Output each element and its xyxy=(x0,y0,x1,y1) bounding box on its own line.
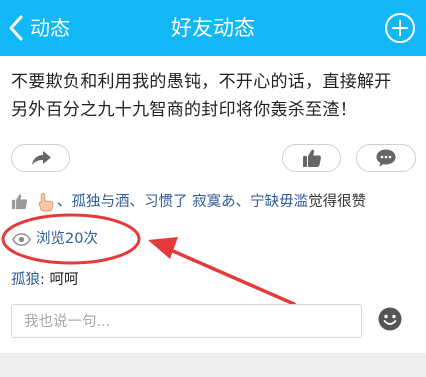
comment-input[interactable] xyxy=(22,305,356,339)
liker-name-link[interactable]: 、习惯了 寂寞あ xyxy=(130,194,236,210)
liker-names: 、孤独与酒、习惯了 寂寞あ、宁缺毋滥觉得很赞 xyxy=(57,190,366,214)
add-icon[interactable] xyxy=(384,12,416,44)
comment-item: 孤狼: 呵呵 xyxy=(11,268,79,292)
post-text: 不要欺负和利用我的愚钝，不开心的话，直接解开 另外百分之九十九智商的封印将你轰杀… xyxy=(11,68,416,124)
comment-author-link[interactable]: 孤狼 xyxy=(11,272,40,288)
post-text-line: 不要欺负和利用我的愚钝，不开心的话，直接解开 xyxy=(11,72,392,92)
views-label: 浏览20次 xyxy=(36,231,98,247)
liker-name-link[interactable]: 、宁缺毋滥 xyxy=(236,194,309,210)
likes-row: 、孤独与酒、习惯了 寂寞あ、宁缺毋滥觉得很赞 xyxy=(11,190,416,214)
title-bar: 动态 好友动态 xyxy=(0,0,426,56)
comment-text: 呵呵 xyxy=(49,272,79,288)
bottom-divider xyxy=(0,353,426,377)
post-text-line: 另外百分之九十九智商的封印将你轰杀至渣！ xyxy=(11,100,357,120)
annotation-arrow-head xyxy=(148,237,178,259)
comment-input-box xyxy=(11,304,362,339)
share-icon xyxy=(31,151,51,165)
liker-name-link[interactable]: 、孤独与酒 xyxy=(57,194,130,210)
page-title: 好友动态 xyxy=(171,16,255,40)
comment-button[interactable] xyxy=(356,144,416,172)
thumbs-up-icon xyxy=(11,194,28,210)
emoji-icon[interactable] xyxy=(377,306,403,332)
comment-icon xyxy=(376,149,396,167)
comment-separator: : xyxy=(40,272,50,288)
thumbs-up-icon xyxy=(302,149,321,167)
eye-icon xyxy=(12,233,31,246)
pointing-hand-icon xyxy=(38,193,54,212)
annotation-arrow-shaft xyxy=(164,246,296,306)
like-button[interactable] xyxy=(282,144,341,172)
likes-suffix: 觉得很赞 xyxy=(308,194,367,210)
share-button[interactable] xyxy=(11,144,70,172)
